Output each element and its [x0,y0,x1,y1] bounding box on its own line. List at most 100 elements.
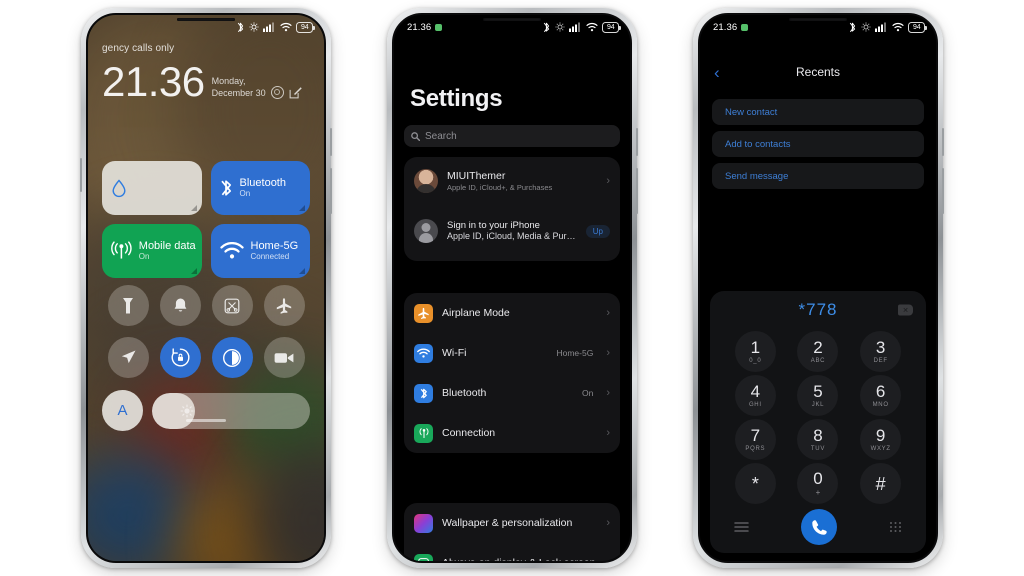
bluetooth-icon [849,22,856,33]
power-button[interactable] [330,168,332,214]
key-4[interactable]: 4 GHI [734,375,776,416]
personalization-card: Wallpaper & personalization › Always-on … [404,503,620,561]
tile-water-lock[interactable] [102,161,202,215]
key-3[interactable]: 3 DEF [860,331,902,372]
key-digit: 2 [813,338,823,358]
menu-item-add-to-contacts[interactable]: Add to contacts [712,131,924,157]
key-8[interactable]: 8 TUV [797,419,839,460]
home-indicator[interactable] [186,419,226,422]
key-hash[interactable]: # [860,463,902,504]
status-time: 21.36 [407,21,432,33]
video-camera-icon [274,352,294,363]
key-letters: GHI [748,401,762,408]
list-item-bluetooth[interactable]: Bluetooth On › [404,373,620,413]
toggle-flashlight[interactable] [107,285,149,326]
dialed-number: *778 [798,300,838,319]
key-letters: MNO [872,401,889,408]
auto-brightness-label: A [117,402,128,419]
phone-settings: 21.36 94 Settings Search MIUIThemer Appl… [387,8,638,568]
phone-handset-icon [811,519,827,535]
tile-state: On [239,188,251,198]
chevron-right-icon: › [606,557,610,561]
dialer-screen: 21.36 94 ‹ Recents New contact Add to co… [700,15,936,561]
network-card: Airplane Mode › Wi-Fi Home-5G › Bluetoot… [404,293,620,453]
wallpaper-icon [414,513,433,533]
hamburger-menu-icon[interactable] [734,521,749,533]
list-item-sign-in[interactable]: Sign in to your iPhone Apple ID, iCloud,… [404,205,620,257]
key-star[interactable]: * [734,463,776,504]
signin-title: Sign in to your iPhone [447,219,540,231]
user-photo-avatar [414,169,438,193]
list-item-apple-id[interactable]: MIUIThemer Apple ID, iCloud+, & Purchase… [404,157,620,205]
key-0[interactable]: 0 + [797,463,839,504]
menu-item-new-contact[interactable]: New contact [712,99,924,125]
search-input[interactable]: Search [404,125,620,147]
keypad-grid-icon[interactable] [889,521,902,534]
lock-clock: 21.36 [102,58,205,105]
backspace-icon[interactable]: ✕ [898,304,913,316]
wifi-icon [585,22,598,32]
phone-dialer: 21.36 94 ‹ Recents New contact Add to co… [693,8,944,568]
tile-wifi[interactable]: Home-5G Connected [210,224,310,278]
account-card: MIUIThemer Apple ID, iCloud+, & Purchase… [404,157,620,261]
wifi-icon [279,22,292,32]
key-1[interactable]: 1 0_0 [734,331,776,372]
key-digit: # [875,473,886,494]
battery-icon: 94 [296,21,315,33]
menu-item-send-message[interactable]: Send message [712,163,924,189]
volume-button[interactable] [330,128,332,156]
key-6[interactable]: 6 MNO [860,375,902,416]
toggle-rotation-lock[interactable] [159,337,201,378]
chevron-right-icon: › [606,346,610,359]
list-item-wifi[interactable]: Wi-Fi Home-5G › [404,333,620,373]
list-item-always-on-display[interactable]: Always-on display & Lock screen › [404,543,620,561]
row-value: On [581,388,594,398]
status-badge[interactable]: Up [585,224,610,238]
settings-screen: 21.36 94 Settings Search MIUIThemer Appl… [394,15,630,561]
power-button[interactable] [942,168,944,214]
rotate-lock-icon [554,22,565,32]
row-label: Wi-Fi [442,347,467,359]
signin-subtitle: Apple ID, iCloud, Media & Pur… [447,231,576,242]
brightness-slider[interactable] [152,392,310,429]
toggle-silent[interactable] [159,285,201,326]
earpiece-speaker [177,18,235,21]
row-value: Home-5G [556,348,594,358]
key-7[interactable]: 7 PQRS [734,419,776,460]
volume-button[interactable] [942,128,944,156]
toggle-screenshot[interactable] [211,285,253,326]
earpiece-speaker [789,18,847,21]
page-title: Recents [795,65,841,79]
edit-pencil-icon[interactable] [289,86,302,99]
toggle-dark-mode[interactable] [211,337,253,378]
toggle-screen-recorder[interactable] [263,337,305,378]
power-button[interactable] [636,168,638,214]
flashlight-icon [123,297,133,313]
key-2[interactable]: 2 ABC [797,331,839,372]
toggle-grid [102,285,310,378]
key-5[interactable]: 5 JKL [797,375,839,416]
list-item-wallpaper[interactable]: Wallpaper & personalization › [404,503,620,543]
battery-level: 94 [913,23,921,31]
toggle-airplane-mode[interactable] [263,285,305,326]
key-letters: ABC [810,357,826,364]
dialpad-bottom-row [710,504,926,545]
focus-ring-icon [270,85,284,99]
side-slot [80,158,82,192]
account-subtitle: Apple ID, iCloud+, & Purchases [447,182,553,192]
menu-item-label: Add to contacts [725,138,791,150]
aod-lock-icon [414,553,433,561]
toggle-location[interactable] [107,337,149,378]
volume-button[interactable] [636,128,638,156]
list-item-connection[interactable]: Connection › [404,413,620,453]
tile-mobile-data[interactable]: Mobile data On [102,224,202,278]
auto-brightness-button[interactable]: A [102,390,143,431]
call-button[interactable] [801,509,837,545]
mobile-data-icon [414,423,433,443]
key-9[interactable]: 9 WXYZ [860,419,902,460]
tile-bluetooth[interactable]: Bluetooth On [210,161,310,215]
bluetooth-icon [220,180,231,196]
lock-header: gency calls only 21.36 Monday, December … [88,43,324,102]
list-item-airplane-mode[interactable]: Airplane Mode › [404,293,620,333]
tile-state: Connected [250,251,290,261]
